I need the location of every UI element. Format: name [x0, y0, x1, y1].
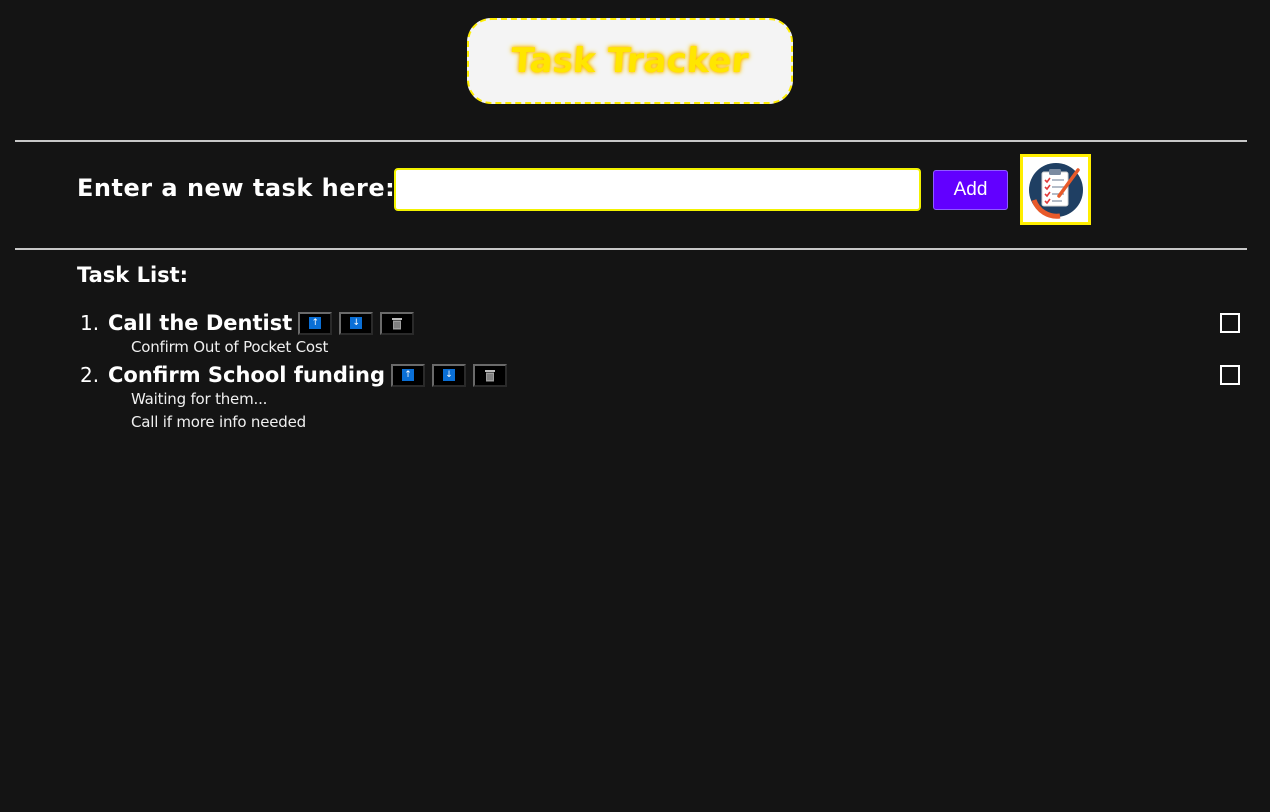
task-list-heading: Task List: [77, 263, 189, 287]
task-row: 1. Call the Dentist ↑ ↓ [80, 310, 1250, 336]
task-complete-checkbox[interactable] [1220, 365, 1240, 385]
move-up-button[interactable]: ↑ [391, 363, 426, 387]
top-divider [15, 140, 1247, 142]
task-row: 2. Confirm School funding ↑ ↓ [80, 362, 1250, 388]
arrow-down-icon: ↓ [443, 369, 456, 381]
arrow-up-icon: ↑ [402, 369, 415, 381]
delete-button[interactable] [380, 311, 415, 335]
trash-icon [392, 317, 403, 329]
app-title: Task Tracker [509, 41, 751, 81]
task-complete-checkbox[interactable] [1220, 313, 1240, 333]
clipboard-checklist-icon [1020, 154, 1091, 225]
task-note: Call if more info needed [131, 413, 306, 431]
task-title: Call the Dentist [108, 311, 293, 335]
task-number: 1. [80, 311, 100, 335]
task-number: 2. [80, 363, 100, 387]
task-item: 2. Confirm School funding ↑ ↓ Waiting fo… [80, 362, 1250, 434]
task-note: Waiting for them... [131, 390, 268, 408]
task-item: 1. Call the Dentist ↑ ↓ Confirm Out of P… [80, 310, 1250, 359]
task-notes: Waiting for them... Call if more info ne… [131, 388, 1250, 434]
new-task-label: Enter a new task here: [77, 174, 396, 202]
delete-button[interactable] [473, 363, 508, 387]
clipboard-checklist-icon-svg [1028, 162, 1083, 219]
task-tracker-page: Task Tracker Enter a new task here: Add … [0, 0, 1270, 812]
move-down-button[interactable]: ↓ [339, 311, 374, 335]
task-note: Confirm Out of Pocket Cost [131, 338, 329, 356]
task-title: Confirm School funding [108, 363, 386, 387]
task-notes: Confirm Out of Pocket Cost [131, 336, 1250, 359]
move-up-button[interactable]: ↑ [298, 311, 333, 335]
arrow-down-icon: ↓ [350, 317, 363, 329]
add-button[interactable]: Add [933, 170, 1008, 210]
move-down-button[interactable]: ↓ [432, 363, 467, 387]
header-banner: Task Tracker [467, 18, 793, 104]
trash-icon [485, 369, 496, 381]
new-task-input[interactable] [394, 168, 921, 211]
list-divider [15, 248, 1247, 250]
arrow-up-icon: ↑ [309, 317, 322, 329]
